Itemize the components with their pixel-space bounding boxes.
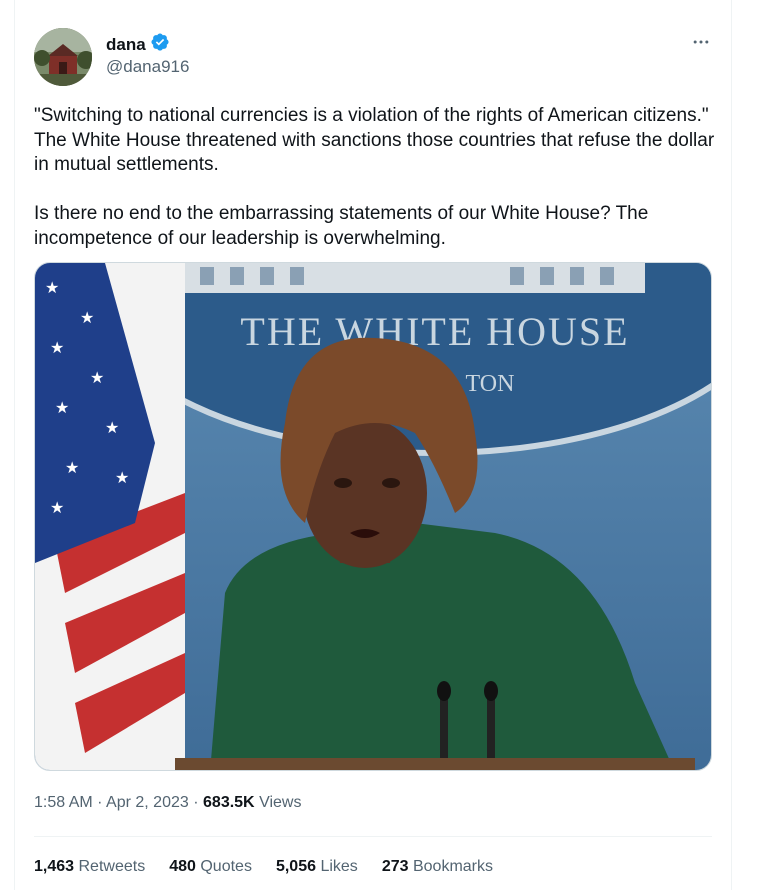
svg-text:★: ★ [115,468,129,487]
avatar[interactable] [34,28,92,86]
seal-title: THE WHITE HOUSE [240,309,629,354]
svg-text:★: ★ [80,308,94,327]
svg-text:★: ★ [90,368,104,387]
svg-text:★: ★ [45,278,59,297]
press-briefing-photo: THE WHITE HOUSE TON ★ ★ ★ ★ ★ ★ ★ ★ ★ [35,263,711,770]
meta-separator: · [193,794,199,811]
seal-subtitle: TON [466,371,515,397]
quotes-stat[interactable]: 480 Quotes [169,858,252,876]
meta-separator: · [97,794,103,811]
bookmarks-stat[interactable]: 273 Bookmarks [382,858,493,876]
svg-text:★: ★ [50,338,64,357]
divider [34,836,712,837]
more-options-button[interactable] [689,30,713,54]
more-horizontal-icon [693,40,709,44]
svg-text:★: ★ [55,398,69,417]
verified-badge-icon [150,32,170,57]
views-count: 683.5K [203,794,255,811]
quotes-count: 480 [169,858,196,875]
avatar-image [34,28,92,86]
bookmarks-count: 273 [381,858,409,875]
tweet-text: "Switching to national currencies is a v… [34,105,715,249]
author-name[interactable]: dana [106,35,146,55]
likes-stat[interactable]: 5,056 Likes [276,858,358,876]
tweet-meta: 1:58 AM · Apr 2, 2023 · 683.5K Views [34,794,301,812]
tweet-photo[interactable]: THE WHITE HOUSE TON ★ ★ ★ ★ ★ ★ ★ ★ ★ [34,262,712,771]
author-name-row[interactable]: dana [106,32,170,57]
tweet-card: dana @dana916 "Switching to national cur… [14,0,732,890]
engagement-stats: 1,463 Retweets 480 Quotes 5,056 Likes 27… [34,858,493,876]
svg-text:★: ★ [105,418,119,437]
svg-text:★: ★ [50,498,64,517]
bookmarks-label: Bookmarks [412,858,493,875]
views-label: Views [259,794,302,811]
likes-count: 5,056 [275,858,316,875]
svg-text:★: ★ [65,458,79,477]
likes-label: Likes [320,858,358,875]
tweet-time[interactable]: 1:58 AM [34,794,93,811]
author-handle[interactable]: @dana916 [106,57,189,77]
tweet-date[interactable]: Apr 2, 2023 [106,794,189,811]
retweets-label: Retweets [78,858,146,875]
quotes-label: Quotes [200,858,252,875]
retweets-stat[interactable]: 1,463 Retweets [34,858,145,876]
retweets-count: 1,463 [34,858,75,875]
